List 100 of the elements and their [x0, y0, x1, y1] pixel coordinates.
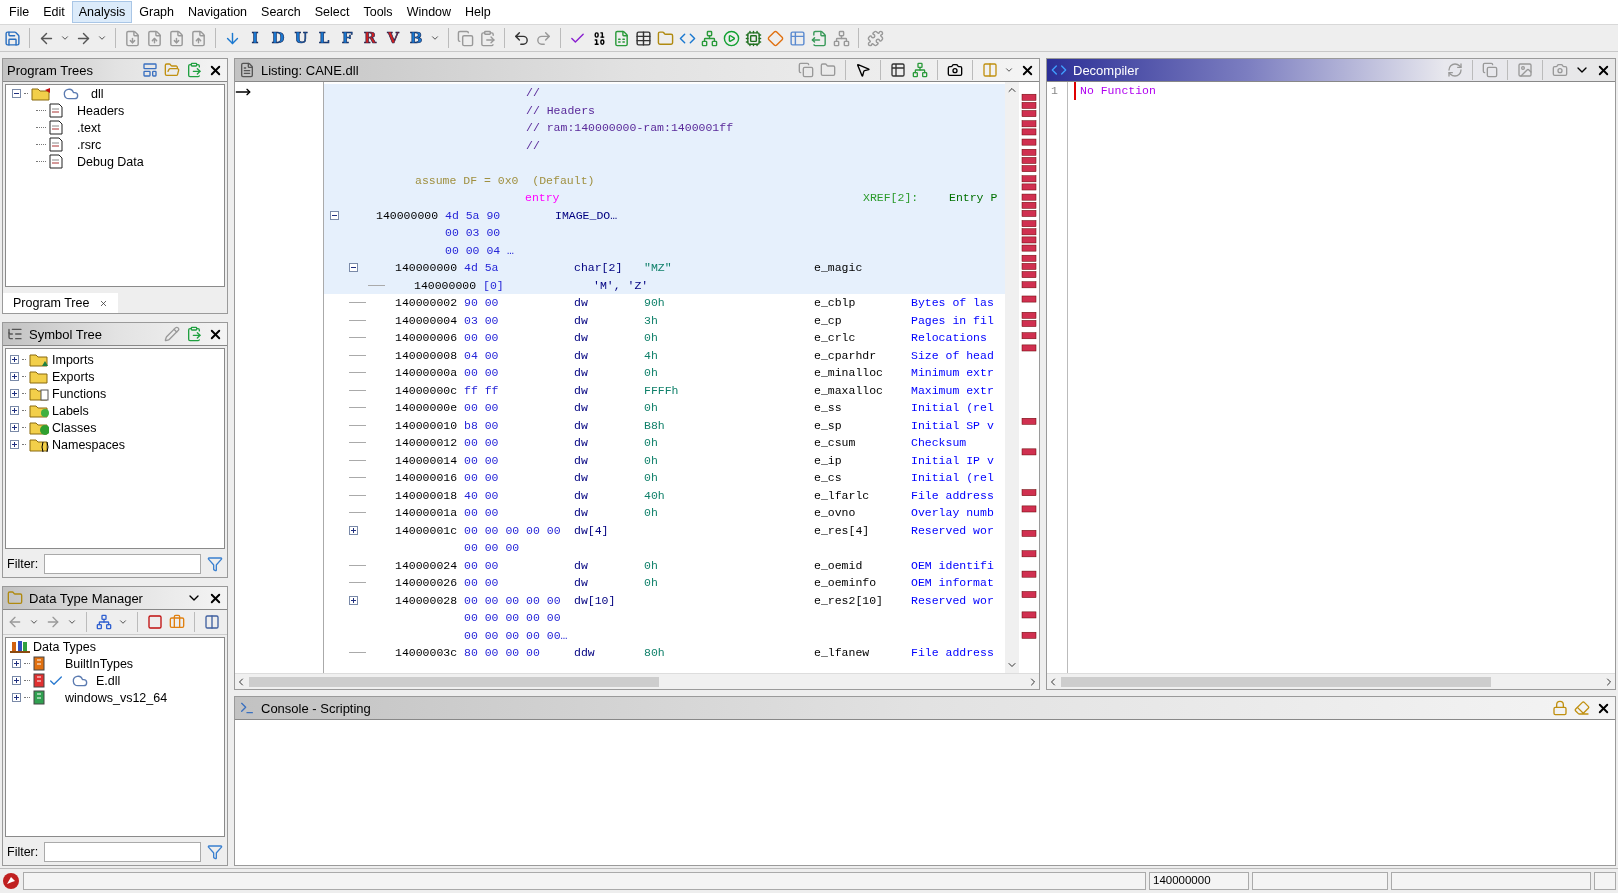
expand-toggle[interactable] [10, 406, 19, 415]
scrollbar[interactable] [235, 673, 1039, 689]
tree-item[interactable]: Data Types [33, 639, 96, 654]
refresh-icon[interactable] [1447, 62, 1463, 78]
caret-icon[interactable] [67, 617, 77, 627]
paste-icon[interactable] [479, 29, 496, 47]
copy-icon[interactable] [457, 29, 474, 47]
expand-toggle[interactable] [349, 525, 358, 535]
field-name: e_sp [814, 417, 843, 434]
operand: 4h [644, 347, 658, 364]
tree-item[interactable]: .text [77, 120, 101, 135]
menu-item[interactable]: Graph [132, 1, 181, 23]
folder-icon[interactable] [657, 29, 674, 47]
expand-toggle[interactable] [10, 355, 19, 364]
menu-item[interactable]: Analysis [71, 1, 133, 23]
puzzle-icon[interactable] [867, 29, 884, 47]
tree-item[interactable]: windows_vs12_64 [65, 690, 168, 705]
copy-icon[interactable] [1482, 62, 1498, 78]
caret-icon[interactable] [118, 617, 128, 627]
undo-icon[interactable] [513, 29, 530, 47]
snapshot-icon[interactable] [947, 62, 963, 78]
letter-button[interactable]: B [407, 29, 425, 47]
table-icon[interactable] [890, 62, 906, 78]
expand-toggle[interactable] [349, 595, 358, 605]
expand-toggle[interactable] [349, 263, 358, 272]
expand-toggle[interactable] [330, 210, 339, 220]
letter-button[interactable]: R [361, 29, 379, 47]
expand-toggle[interactable] [12, 693, 21, 702]
menu-item[interactable]: Search [254, 1, 308, 23]
tree-item[interactable]: .rsrc [77, 137, 102, 152]
letter-button[interactable]: F [338, 29, 356, 47]
paste-icon[interactable] [186, 326, 202, 342]
filter-field[interactable] [44, 554, 201, 574]
tree-item[interactable]: Headers [77, 103, 125, 118]
filter-icon[interactable] [207, 556, 223, 572]
chip-icon[interactable] [745, 29, 762, 47]
menu-item[interactable]: Window [399, 1, 459, 23]
play-icon[interactable] [723, 29, 740, 47]
tree-item[interactable]: BuiltInTypes [65, 656, 134, 671]
expand-toggle[interactable] [10, 389, 19, 398]
page-icon[interactable] [146, 29, 163, 47]
tree-item[interactable]: dll [91, 86, 104, 101]
scrollbar[interactable] [1047, 673, 1615, 689]
paste-icon[interactable] [186, 62, 202, 78]
menu-item[interactable]: Edit [36, 1, 72, 23]
diamond-icon[interactable] [767, 29, 784, 47]
cursor-icon[interactable] [855, 62, 871, 78]
expand-toggle[interactable] [10, 372, 19, 381]
network-icon[interactable] [96, 614, 112, 630]
filter-icon[interactable] [207, 844, 223, 860]
letter-button[interactable]: V [384, 29, 402, 47]
caret-icon[interactable] [430, 33, 440, 43]
folder-icon[interactable] [820, 62, 836, 78]
document-icon [49, 103, 63, 118]
copy-icon[interactable] [798, 62, 814, 78]
menu-item[interactable]: Select [307, 1, 357, 23]
page-icon[interactable] [124, 29, 141, 47]
new-tree-icon[interactable] [142, 62, 158, 78]
tree-item[interactable]: Namespaces [52, 437, 125, 452]
letter-button[interactable]: L [315, 29, 333, 47]
expand-toggle[interactable] [10, 423, 19, 432]
eraser-icon[interactable] [1574, 700, 1590, 716]
caret-icon[interactable] [60, 33, 70, 43]
expand-toggle[interactable] [12, 659, 21, 668]
menu-item[interactable]: Tools [356, 1, 400, 23]
lock-icon[interactable] [1552, 700, 1568, 716]
field-name: e_lfarlc [814, 487, 871, 504]
tree-item[interactable]: Labels [52, 403, 89, 418]
network-icon[interactable] [701, 29, 718, 47]
page-icon[interactable] [168, 29, 185, 47]
caret-icon[interactable] [97, 33, 107, 43]
tree-item[interactable]: E.dll [96, 673, 121, 688]
menu-item[interactable]: File [2, 1, 37, 23]
expand-toggle[interactable] [12, 676, 21, 685]
page-icon[interactable] [190, 29, 207, 47]
tree-item[interactable]: Debug Data [77, 154, 144, 169]
filter-field[interactable] [44, 842, 201, 862]
caret-icon[interactable] [1004, 65, 1014, 75]
letter-button[interactable]: I [246, 29, 264, 47]
folder-icon[interactable] [164, 62, 180, 78]
tree-item[interactable]: Exports [52, 369, 95, 384]
tree-item[interactable]: Imports [52, 352, 94, 367]
network-icon[interactable] [833, 29, 850, 47]
expand-toggle[interactable] [10, 440, 19, 449]
redo-icon[interactable] [535, 29, 552, 47]
layout-icon[interactable] [982, 62, 998, 78]
letter-button[interactable]: D [269, 29, 287, 47]
expand-toggle[interactable] [12, 89, 21, 98]
save-icon[interactable] [4, 29, 21, 47]
menu-item[interactable]: Help [458, 1, 498, 23]
scrollbar[interactable] [1005, 82, 1019, 673]
edit-icon[interactable] [164, 326, 180, 342]
caret-icon[interactable] [29, 617, 39, 627]
tree-item[interactable]: Functions [52, 386, 107, 401]
tree-item[interactable]: Classes [52, 420, 97, 435]
tab[interactable]: Program Tree [3, 293, 119, 313]
table-icon[interactable] [635, 29, 652, 47]
sheet-icon[interactable] [613, 29, 630, 47]
letter-button[interactable]: U [292, 29, 310, 47]
menu-item[interactable]: Navigation [181, 1, 255, 23]
